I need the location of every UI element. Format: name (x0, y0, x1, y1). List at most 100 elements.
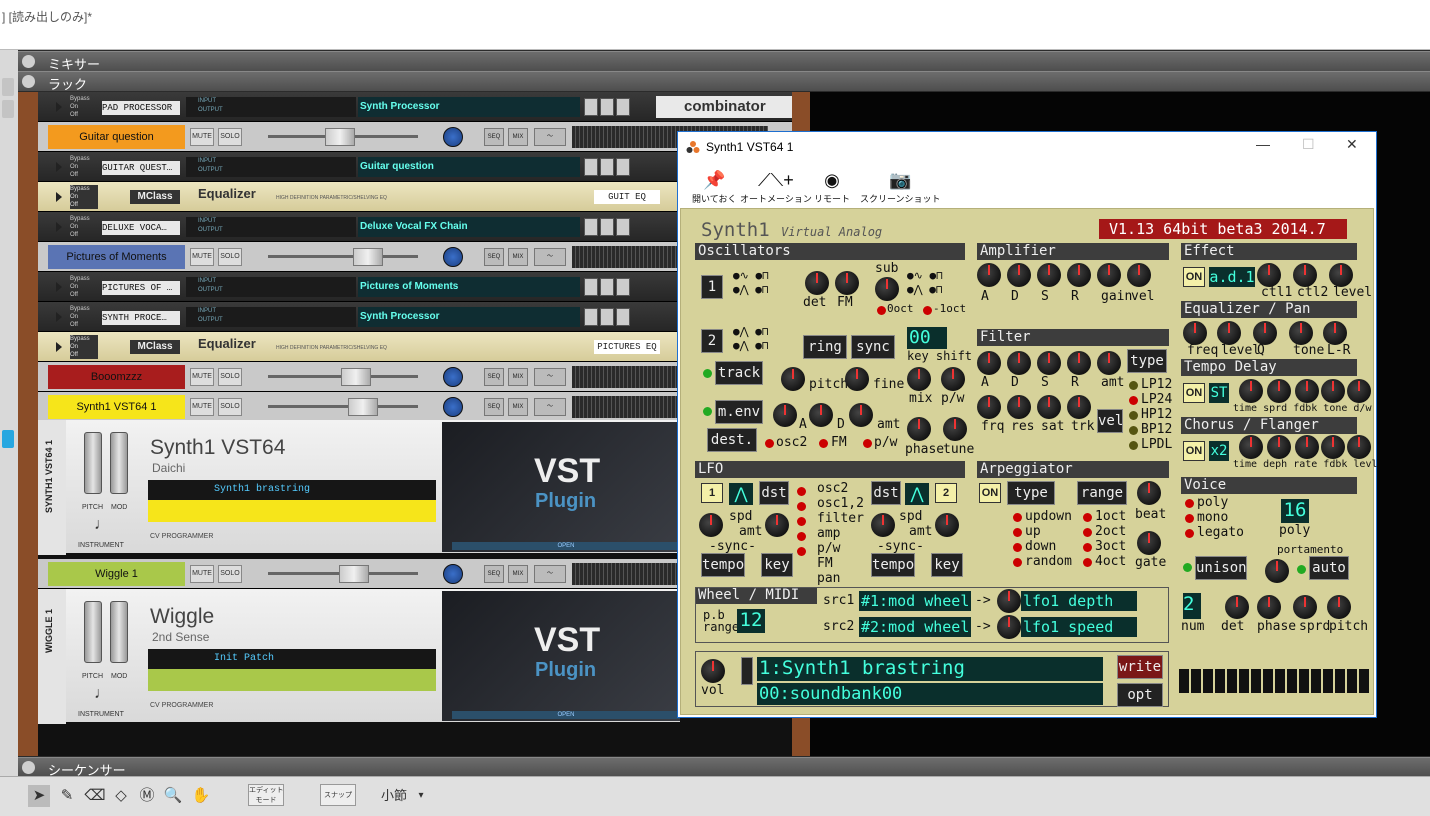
seq-button[interactable]: SEQ (484, 398, 504, 416)
open-button[interactable]: OPEN (452, 711, 680, 719)
lfo-dest-led[interactable] (797, 517, 806, 526)
filter-type-led[interactable] (1129, 426, 1138, 435)
strip-button[interactable] (2, 100, 14, 118)
eq-tag[interactable]: GUIT EQ (594, 190, 660, 204)
amp-knob[interactable] (1067, 263, 1091, 287)
filter2-knob[interactable] (1007, 395, 1031, 419)
mixer-section-bar[interactable]: ミキサー (18, 51, 1430, 72)
minimize-button[interactable]: — (1256, 136, 1270, 152)
menv-a-knob[interactable] (773, 403, 797, 427)
level-fader[interactable] (353, 248, 383, 266)
close-button[interactable]: ✕ (1346, 136, 1358, 153)
solo-button[interactable]: SOLO (218, 368, 242, 386)
cv-programmer-label[interactable]: CV PROGRAMMER (150, 702, 213, 709)
filter-knob[interactable] (1067, 351, 1091, 375)
delay-on-button[interactable]: ON (1183, 383, 1205, 403)
device-label[interactable]: PAD PROCESSOR (102, 101, 180, 115)
save-patch-button[interactable] (616, 218, 630, 236)
effect-on-button[interactable]: ON (1183, 267, 1205, 287)
arp-mode-led[interactable] (1013, 528, 1022, 537)
mute-button[interactable]: MUTE (190, 248, 214, 266)
lfo-dest-led[interactable] (797, 487, 806, 496)
pitch-knob[interactable] (781, 367, 805, 391)
level-fader[interactable] (325, 128, 355, 146)
lfo2-tempo-button[interactable]: tempo (871, 553, 915, 577)
filter-knob[interactable] (1007, 351, 1031, 375)
effect-knob[interactable] (1329, 263, 1353, 287)
browse-patch-button[interactable] (600, 218, 614, 236)
vst-plugin-logo[interactable]: VST Plugin OPEN (442, 591, 680, 721)
waveform-button[interactable]: 〜 (534, 128, 566, 146)
menv-led[interactable] (703, 407, 712, 416)
delay-type-display[interactable]: ST (1209, 383, 1229, 403)
channel-name[interactable]: Pictures of Moments (48, 245, 185, 269)
pitch-wheel[interactable] (84, 601, 102, 663)
patch-name-display[interactable]: 1:Synth1 brastring (757, 657, 1103, 681)
unison-knob[interactable] (1293, 595, 1317, 619)
lfo2-key-button[interactable]: key (931, 553, 963, 577)
filter2-knob[interactable] (1037, 395, 1061, 419)
chorus-knob[interactable] (1347, 435, 1371, 459)
expand-icon[interactable] (56, 102, 62, 112)
chorus-knob[interactable] (1267, 435, 1291, 459)
lfo-dest-led[interactable] (797, 532, 806, 541)
phase-knob[interactable] (907, 417, 931, 441)
pan-knob[interactable] (443, 397, 463, 417)
lfo2-dst-button[interactable]: dst (871, 481, 901, 505)
left-scroll-strip[interactable] (0, 50, 18, 816)
save-patch-button[interactable] (616, 98, 630, 116)
eq-tag[interactable]: PICTURES EQ (594, 340, 660, 354)
device-label[interactable]: PICTURES OF … (102, 281, 180, 295)
osc1-waveform-selector[interactable]: ●∿ ●⊓ ●⋀ ●⊓ (733, 269, 769, 297)
fine-knob[interactable] (845, 367, 869, 391)
unison-button[interactable]: unison (1195, 556, 1247, 580)
track-led[interactable] (703, 369, 712, 378)
sub-knob[interactable] (875, 277, 899, 301)
bypass-switch[interactable]: Bypass On Off (70, 185, 98, 209)
arp-range-led[interactable] (1083, 558, 1092, 567)
mute-button[interactable]: MUTE (190, 128, 214, 146)
prev-patch-button[interactable] (584, 218, 598, 236)
filter-vel-button[interactable]: vel (1097, 409, 1123, 433)
patch-spinner[interactable] (741, 657, 753, 685)
expand-icon[interactable] (56, 222, 62, 232)
effect-type-display[interactable]: a.d.1 (1209, 267, 1255, 287)
sync-button[interactable]: sync (851, 335, 895, 359)
eq-knob[interactable] (1183, 321, 1207, 345)
menv-d-knob[interactable] (809, 403, 833, 427)
lfo2-button[interactable]: 2 (935, 483, 957, 503)
delay-knob[interactable] (1239, 379, 1263, 403)
arp-type-button[interactable]: type (1007, 481, 1055, 505)
maximize-button[interactable]: ☐ (1302, 136, 1315, 153)
solo-button[interactable]: SOLO (218, 128, 242, 146)
mod-wheel[interactable] (110, 432, 128, 494)
channel-name[interactable]: Guitar question (48, 125, 185, 149)
src2-display[interactable]: #2:mod wheel (859, 617, 971, 637)
unison-knob[interactable] (1327, 595, 1351, 619)
arp-mode-led[interactable] (1013, 543, 1022, 552)
select-tool-icon[interactable]: ➤ (28, 785, 50, 807)
lfo1-key-button[interactable]: key (761, 553, 793, 577)
mix-knob[interactable] (907, 367, 931, 391)
lfo1-button[interactable]: 1 (701, 483, 723, 503)
channel-name[interactable]: Synth1 VST64 1 (48, 395, 185, 419)
arp-range-led[interactable] (1083, 528, 1092, 537)
osc1-button[interactable]: 1 (701, 275, 723, 299)
eq-knob[interactable] (1289, 321, 1313, 345)
mix-button[interactable]: MIX (508, 248, 528, 266)
channel-name[interactable]: Wiggle 1 (48, 562, 185, 586)
src1-amount-knob[interactable] (997, 589, 1021, 613)
device-label[interactable]: GUITAR QUEST… (102, 161, 180, 175)
patch-browser[interactable]: Init Patch (148, 649, 436, 669)
osc1-fm-knob[interactable] (835, 271, 859, 295)
unison-knob[interactable] (1225, 595, 1249, 619)
eq-knob[interactable] (1217, 321, 1241, 345)
src1-display[interactable]: #1:mod wheel (859, 591, 971, 611)
mod-wheel[interactable] (110, 601, 128, 663)
dest-button[interactable]: dest. (707, 428, 757, 452)
tune-knob[interactable] (943, 417, 967, 441)
device-label[interactable]: SYNTH PROCE… (102, 311, 180, 325)
device-label[interactable]: DELUXE VOCA… (102, 221, 180, 235)
pitch-wheel[interactable] (84, 432, 102, 494)
hand-tool-icon[interactable]: ✋ (190, 785, 212, 807)
